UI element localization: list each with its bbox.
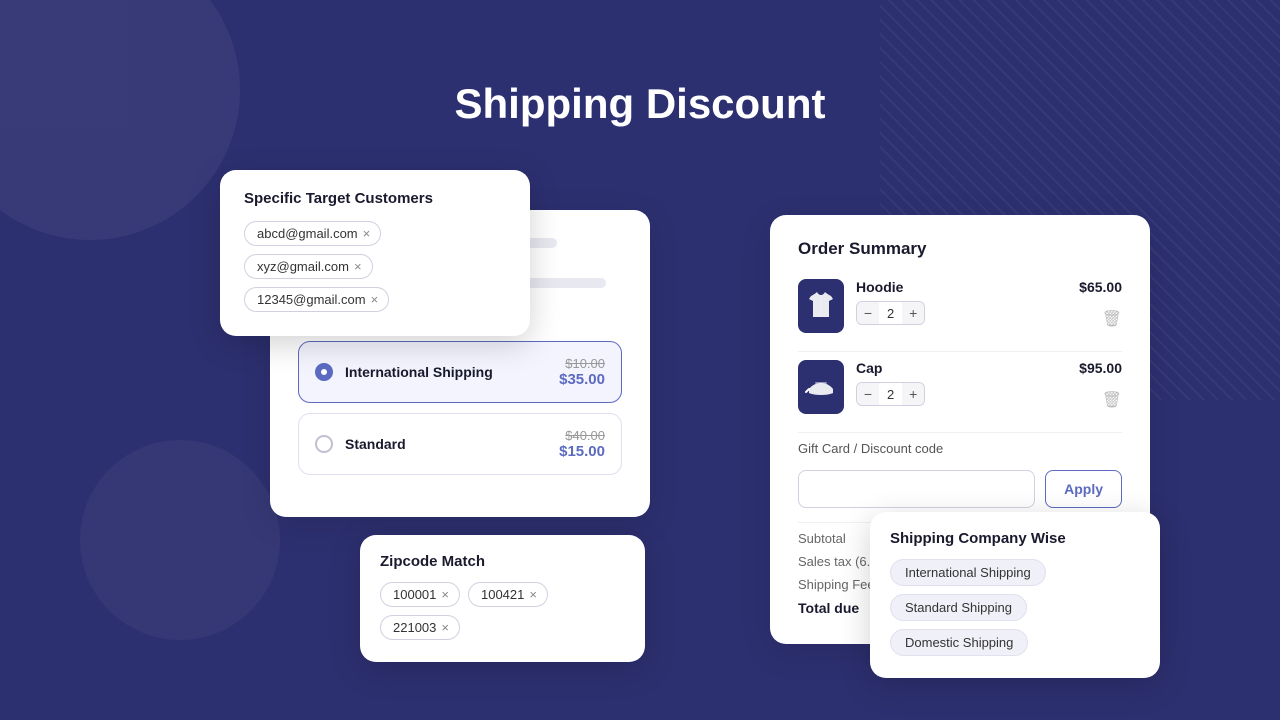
list-item: xyz@gmail.com × <box>244 254 373 279</box>
item-image <box>798 279 844 333</box>
cap-icon <box>805 375 837 399</box>
qty-increase-button[interactable]: + <box>902 302 924 324</box>
close-icon[interactable]: × <box>529 588 537 601</box>
radio-button[interactable] <box>315 435 333 453</box>
apply-button[interactable]: Apply <box>1045 470 1122 508</box>
zipcode-title: Zipcode Match <box>380 553 625 570</box>
close-icon[interactable]: × <box>371 293 379 306</box>
tag-label: 100001 <box>393 587 436 602</box>
item-info: Cap − 2 + <box>856 360 925 406</box>
order-item-left: Hoodie − 2 + <box>798 279 925 333</box>
bg-decoration-circle-2 <box>80 440 280 640</box>
qty-decrease-button[interactable]: − <box>857 383 879 405</box>
shipping-option-prices: $10.00 $35.00 <box>559 356 605 388</box>
item-info: Hoodie − 2 + <box>856 279 925 325</box>
tag-label: 12345@gmail.com <box>257 292 366 307</box>
close-icon[interactable]: × <box>441 588 449 601</box>
discounted-price: $35.00 <box>559 371 605 388</box>
order-item-left: Cap − 2 + <box>798 360 925 414</box>
original-price: $40.00 <box>559 428 605 443</box>
list-item: Standard Shipping <box>890 594 1027 621</box>
qty-number: 2 <box>879 306 902 321</box>
target-customers-card: Specific Target Customers abcd@gmail.com… <box>220 170 530 336</box>
page-title: Shipping Discount <box>455 80 826 128</box>
qty-increase-button[interactable]: + <box>902 383 924 405</box>
tag-label: 221003 <box>393 620 436 635</box>
target-customers-tag-list: abcd@gmail.com×xyz@gmail.com×12345@gmail… <box>244 221 506 312</box>
list-item: Domestic Shipping <box>890 629 1028 656</box>
list-item: 12345@gmail.com × <box>244 287 389 312</box>
qty-control: − 2 + <box>856 382 925 406</box>
target-customers-title: Specific Target Customers <box>244 190 506 207</box>
tag-label: abcd@gmail.com <box>257 226 358 241</box>
discount-label: Gift Card / Discount code <box>798 441 1122 456</box>
order-summary-title: Order Summary <box>798 239 1122 259</box>
item-name: Hoodie <box>856 279 925 295</box>
shipping-option[interactable]: International Shipping $10.00 $35.00 <box>298 341 622 403</box>
shipping-option-left: International Shipping <box>315 363 493 381</box>
item-price: $65.00 <box>1079 279 1122 295</box>
shipping-option[interactable]: Standard $40.00 $15.00 <box>298 413 622 475</box>
zipcode-tag-list: 100001 × 100421 × 221003 × <box>380 582 625 640</box>
list-item: 100421 × <box>468 582 548 607</box>
shipping-company-card: Shipping Company Wise International Ship… <box>870 512 1160 678</box>
shipping-option-name: Standard <box>345 436 406 452</box>
discount-row: Apply <box>798 470 1122 508</box>
summary-label: Shipping Fee <box>798 577 875 592</box>
item-actions: $95.00 🗑 <box>1079 360 1122 410</box>
shipping-options-list: International Shipping $10.00 $35.00 Sta… <box>298 341 622 475</box>
close-icon[interactable]: × <box>363 227 371 240</box>
discount-input[interactable] <box>798 470 1035 508</box>
trash-icon[interactable]: 🗑 <box>1102 309 1122 329</box>
list-item: abcd@gmail.com × <box>244 221 381 246</box>
list-item: 100001 × <box>380 582 460 607</box>
company-tags-list: International Shipping Standard Shipping D… <box>890 559 1140 656</box>
bg-decoration-circle-1 <box>0 0 240 240</box>
qty-control: − 2 + <box>856 301 925 325</box>
tag-label: 100421 <box>481 587 524 602</box>
qty-decrease-button[interactable]: − <box>857 302 879 324</box>
list-item: International Shipping <box>890 559 1046 586</box>
item-image <box>798 360 844 414</box>
table-row: Hoodie − 2 + $65.00 🗑 <box>798 279 1122 333</box>
list-item: 221003 × <box>380 615 460 640</box>
original-price: $10.00 <box>559 356 605 371</box>
table-row: Cap − 2 + $95.00 🗑 <box>798 360 1122 414</box>
item-name: Cap <box>856 360 925 376</box>
zipcode-match-card: Zipcode Match 100001 × 100421 × 221003 × <box>360 535 645 662</box>
discounted-price: $15.00 <box>559 443 605 460</box>
radio-button[interactable] <box>315 363 333 381</box>
close-icon[interactable]: × <box>441 621 449 634</box>
trash-icon[interactable]: 🗑 <box>1102 390 1122 410</box>
shipping-company-title: Shipping Company Wise <box>890 530 1140 547</box>
tag-label: xyz@gmail.com <box>257 259 349 274</box>
summary-label: Subtotal <box>798 531 846 546</box>
total-label: Total due <box>798 600 859 616</box>
order-items-list: Hoodie − 2 + $65.00 🗑 Cap − 2 <box>798 279 1122 414</box>
hoodie-icon <box>807 289 835 323</box>
close-icon[interactable]: × <box>354 260 362 273</box>
shipping-option-name: International Shipping <box>345 364 493 380</box>
qty-number: 2 <box>879 387 902 402</box>
item-actions: $65.00 🗑 <box>1079 279 1122 329</box>
item-price: $95.00 <box>1079 360 1122 376</box>
shipping-option-left: Standard <box>315 435 406 453</box>
divider-1 <box>798 432 1122 433</box>
shipping-option-prices: $40.00 $15.00 <box>559 428 605 460</box>
item-divider <box>798 351 1122 352</box>
